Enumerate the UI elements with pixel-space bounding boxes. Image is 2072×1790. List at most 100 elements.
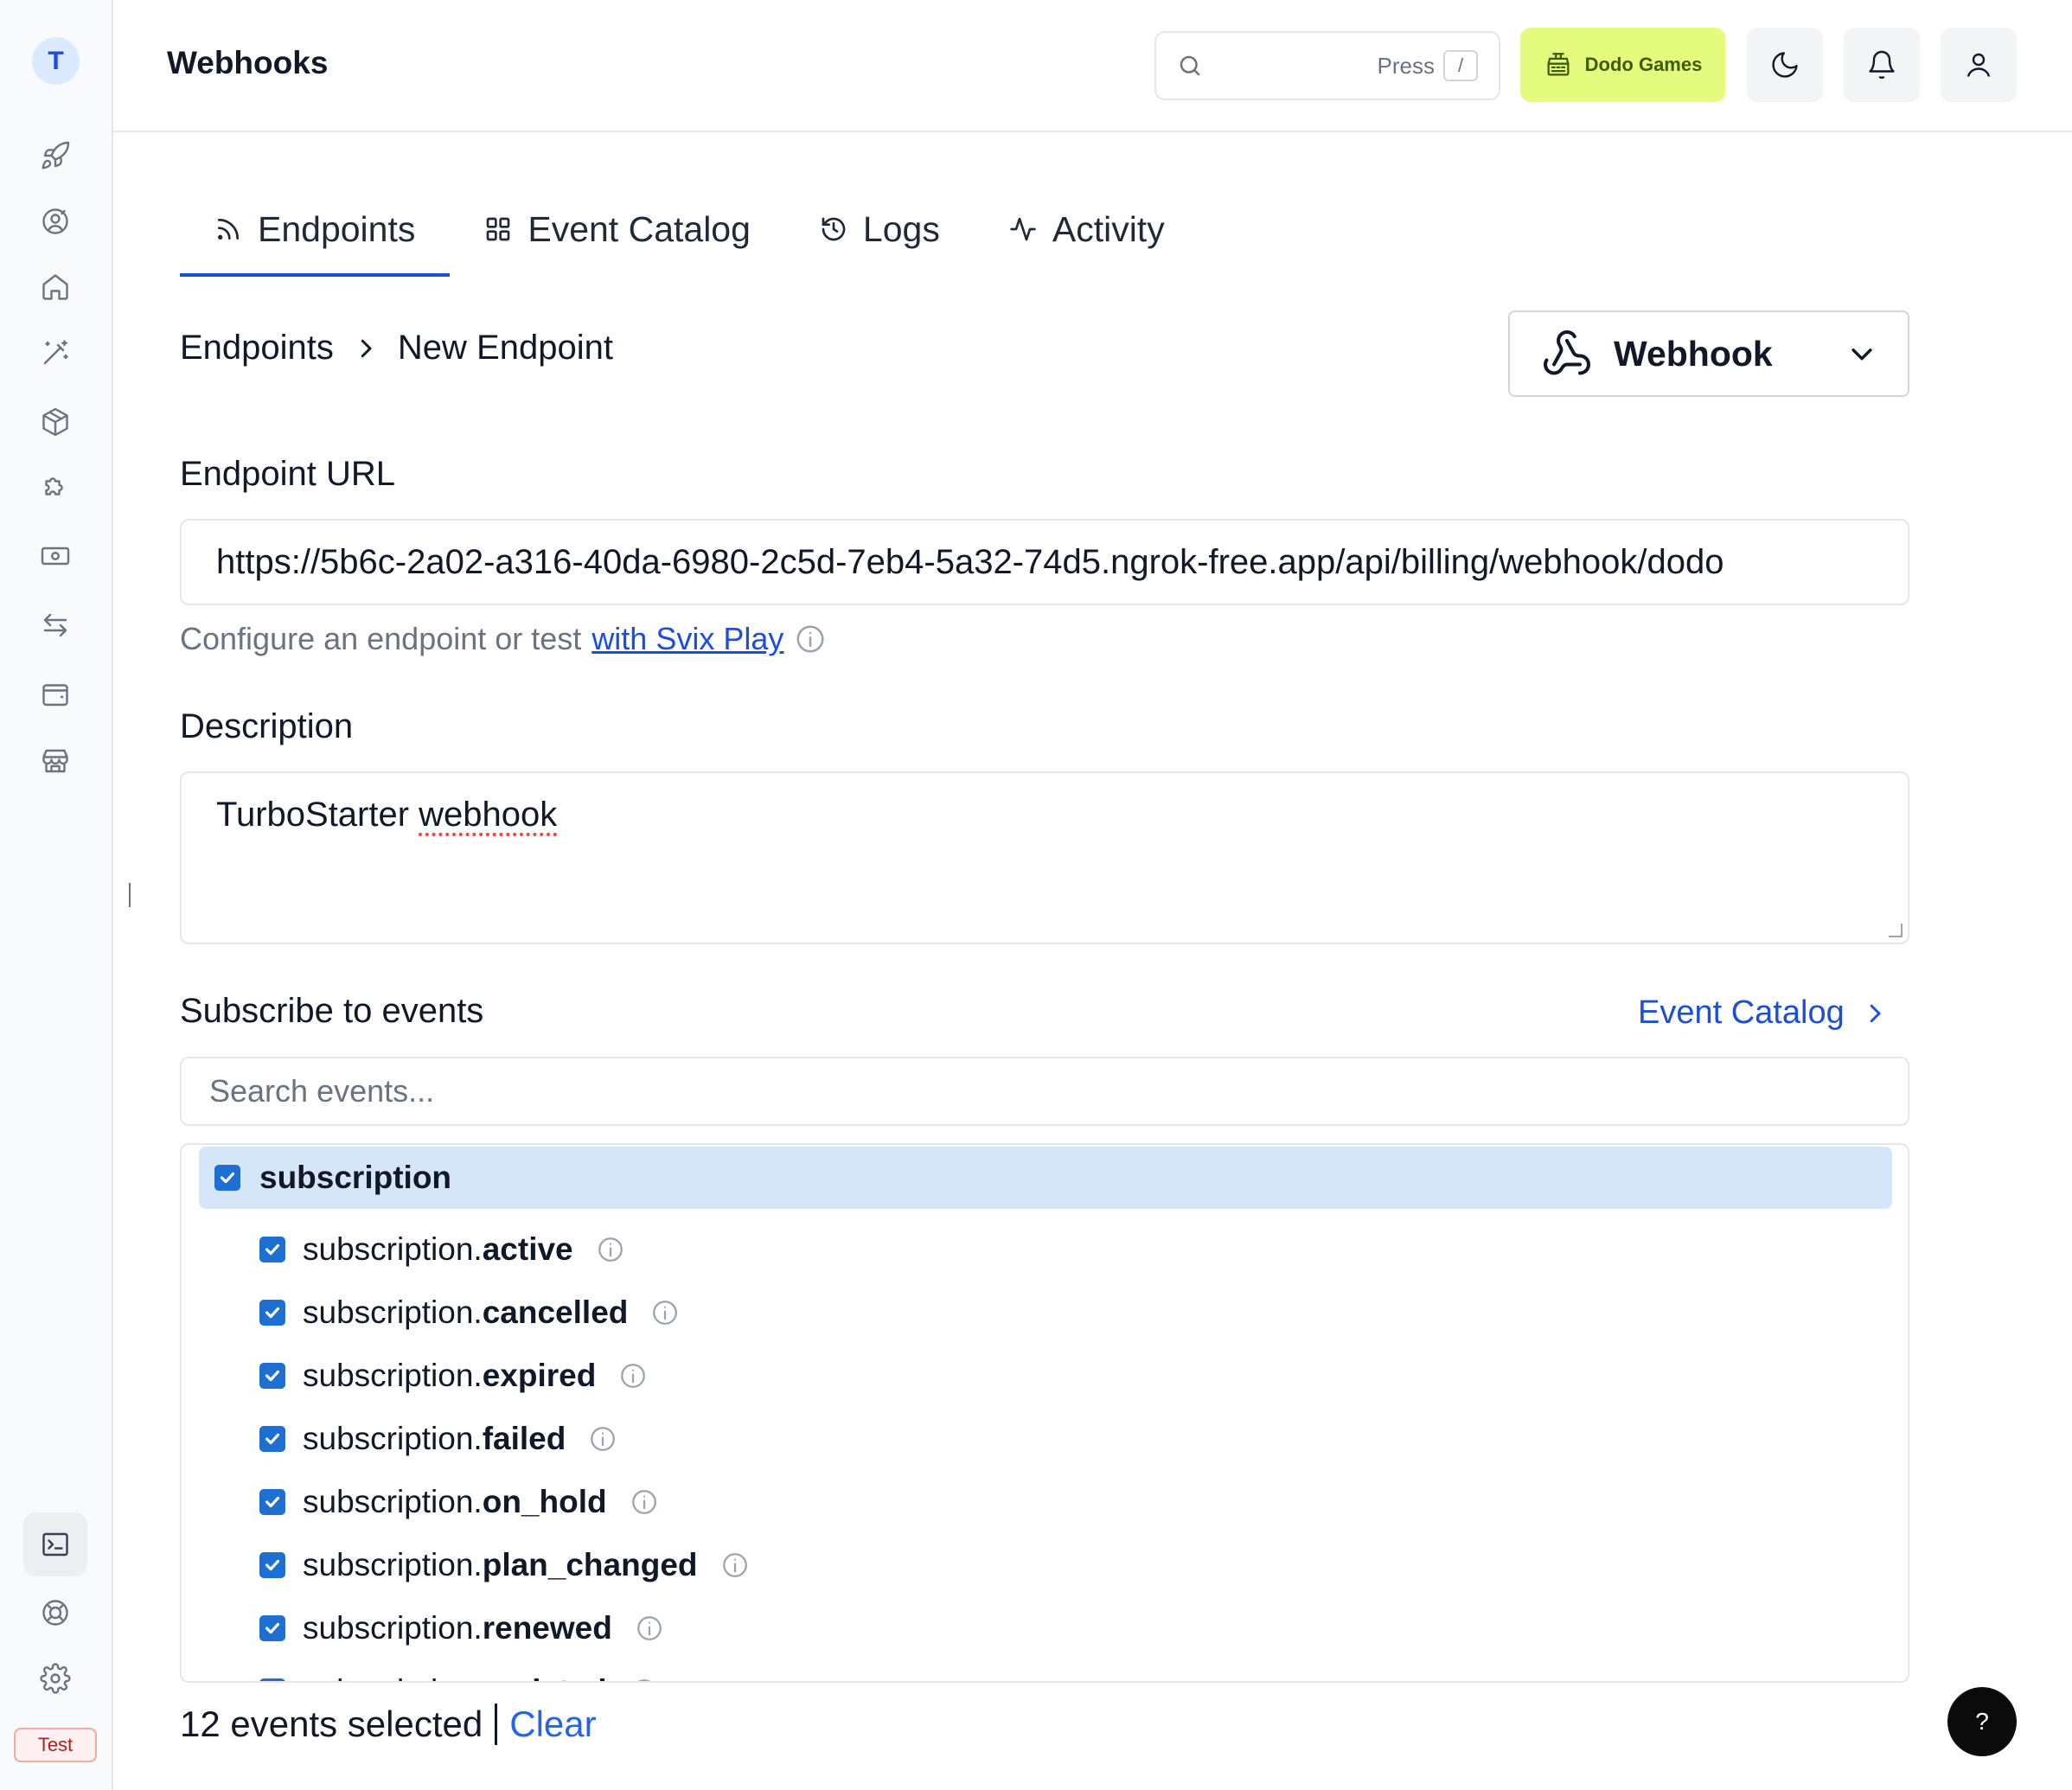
event-item[interactable]: subscription.failed <box>259 1413 617 1465</box>
theme-toggle-button[interactable] <box>1747 28 1823 102</box>
textarea-resize-handle[interactable] <box>1889 924 1903 937</box>
group-label: subscription <box>259 1160 452 1195</box>
magic-wand-icon[interactable] <box>35 333 75 373</box>
business-switcher-button[interactable]: Dodo Games <box>1520 28 1725 102</box>
event-item[interactable]: subscription.plan_changed <box>259 1539 750 1591</box>
info-icon[interactable] <box>588 1424 617 1454</box>
grid-icon <box>487 217 510 241</box>
puzzle-icon[interactable] <box>35 468 75 508</box>
event-label: subscription.renewed <box>303 1610 612 1646</box>
user-icon <box>1966 53 1991 77</box>
webhook-icon <box>1544 330 1590 375</box>
check-icon <box>265 1307 280 1319</box>
event-item[interactable]: subscription.cancelled <box>259 1287 680 1339</box>
breadcrumb-current: New Endpoint <box>397 329 613 367</box>
package-icon[interactable] <box>35 402 75 442</box>
gear-icon[interactable] <box>35 1659 75 1698</box>
check-icon <box>265 1433 280 1445</box>
svix-play-link[interactable]: with Svix Play <box>592 621 783 657</box>
event-item[interactable]: subscription.on_hold <box>259 1476 659 1528</box>
cursor-marker <box>129 883 131 907</box>
event-item[interactable]: subscription.active <box>259 1224 625 1275</box>
profile-button[interactable] <box>1941 28 2017 102</box>
event-checkbox[interactable] <box>259 1426 285 1452</box>
event-checkbox[interactable] <box>259 1678 285 1683</box>
event-checkbox[interactable] <box>259 1363 285 1389</box>
search-events-input[interactable]: Search events... <box>180 1057 1909 1126</box>
group-checkbox[interactable] <box>214 1165 240 1191</box>
info-icon[interactable] <box>650 1298 680 1327</box>
sidebar: T Test <box>0 0 113 1790</box>
event-label: subscription.active <box>303 1231 573 1267</box>
environment-badge[interactable]: Test <box>14 1728 97 1762</box>
target-user-icon[interactable] <box>35 201 75 241</box>
chevron-down-icon <box>1851 348 1872 361</box>
help-button[interactable]: ? <box>1947 1687 2017 1756</box>
search-hint: Press <box>1377 52 1435 79</box>
clear-selection-button[interactable]: Clear <box>509 1704 596 1745</box>
terminal-icon[interactable] <box>23 1512 87 1576</box>
event-label: subscription.plan_changed <box>303 1547 698 1582</box>
event-checkbox[interactable] <box>259 1552 285 1578</box>
rss-icon <box>218 219 239 240</box>
tab-endpoints[interactable]: Endpoints <box>180 182 451 277</box>
event-item[interactable]: subscription.updated <box>259 1665 659 1683</box>
event-item[interactable]: subscription.renewed <box>259 1602 664 1654</box>
check-icon <box>265 1559 280 1571</box>
top-header: Webhooks Press / Dodo Games <box>113 0 2072 132</box>
check-icon <box>265 1496 280 1508</box>
home-icon[interactable] <box>35 267 75 307</box>
info-icon[interactable] <box>596 1235 625 1264</box>
webhook-tabs: Endpoints Event Catalog Logs Activity <box>180 182 1199 277</box>
event-checkbox[interactable] <box>259 1237 285 1263</box>
transfer-icon[interactable] <box>35 605 75 645</box>
description-textarea[interactable]: TurboStarter webhook <box>180 771 1909 944</box>
lifebuoy-icon[interactable] <box>35 1593 75 1633</box>
search-shortcut: / <box>1443 50 1478 81</box>
workspace-avatar[interactable]: T <box>32 37 80 85</box>
info-icon[interactable] <box>618 1361 648 1390</box>
event-item[interactable]: subscription.expired <box>259 1350 648 1402</box>
chevron-right-icon <box>361 339 372 357</box>
divider <box>495 1704 498 1745</box>
tab-event-catalog[interactable]: Event Catalog <box>450 182 785 277</box>
info-icon[interactable] <box>794 623 827 655</box>
info-icon[interactable] <box>630 1487 659 1517</box>
check-icon <box>263 1682 282 1683</box>
search-events-placeholder: Search events... <box>209 1073 435 1109</box>
subscribe-events-title: Subscribe to events <box>180 992 484 1030</box>
endpoint-url-input[interactable]: https://5b6c-2a02-a316-40da-6980-2c5d-7e… <box>180 519 1909 605</box>
notifications-button[interactable] <box>1844 28 1920 102</box>
global-search[interactable]: Press / <box>1154 31 1500 100</box>
event-checkbox[interactable] <box>259 1489 285 1515</box>
event-catalog-link[interactable]: Event Catalog <box>1638 994 1888 1032</box>
rocket-icon[interactable] <box>35 136 75 176</box>
check-icon <box>220 1172 235 1184</box>
endpoint-type-dropdown[interactable]: Webhook <box>1508 310 1909 397</box>
info-icon[interactable] <box>630 1677 659 1683</box>
endpoint-type-value: Webhook <box>1614 333 1773 374</box>
selected-events-summary: 12 events selected Clear <box>180 1704 597 1745</box>
events-list[interactable]: subscription subscription.active subscrip… <box>180 1143 1909 1683</box>
activity-icon <box>1010 217 1036 241</box>
store-icon[interactable] <box>35 741 75 781</box>
event-group-subscription[interactable]: subscription <box>199 1147 1892 1209</box>
info-icon[interactable] <box>720 1550 750 1580</box>
event-checkbox[interactable] <box>259 1615 285 1641</box>
check-icon <box>265 1370 280 1382</box>
hint-text: Configure an endpoint or test <box>180 621 582 656</box>
tab-activity[interactable]: Activity <box>975 182 1199 277</box>
tab-logs[interactable]: Logs <box>785 182 975 277</box>
info-icon[interactable] <box>635 1614 664 1643</box>
money-icon[interactable] <box>35 536 75 576</box>
endpoint-url-label: Endpoint URL <box>180 455 396 493</box>
endpoint-url-hint: Configure an endpoint or test with Svix … <box>180 621 827 657</box>
business-logo-icon <box>1546 53 1570 76</box>
breadcrumb-parent-link[interactable]: Endpoints <box>180 329 334 368</box>
search-icon <box>1180 55 1200 76</box>
tab-label: Activity <box>1052 208 1165 249</box>
history-icon <box>822 217 846 241</box>
event-checkbox[interactable] <box>259 1300 285 1326</box>
wallet-icon[interactable] <box>35 674 75 714</box>
moon-icon <box>1772 52 1798 78</box>
